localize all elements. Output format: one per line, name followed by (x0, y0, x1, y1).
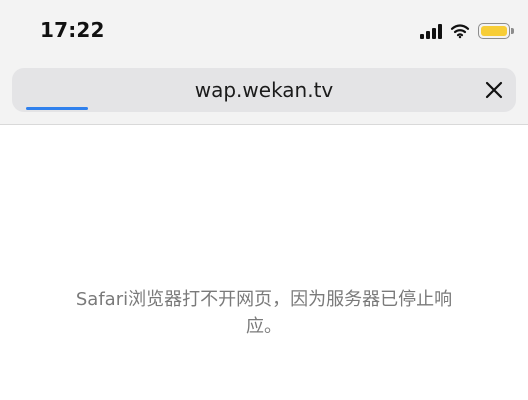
battery-fill (481, 26, 507, 36)
page-load-progress (26, 107, 502, 110)
address-bar[interactable]: wap.wekan.tv (12, 68, 516, 112)
browser-top-chrome: 17:22 wap.wekan.tv (0, 0, 528, 125)
status-icons (420, 20, 514, 42)
page-load-progress-fill (26, 107, 88, 110)
status-bar: 17:22 (0, 0, 528, 62)
wifi-icon (450, 24, 470, 39)
battery-icon (478, 23, 514, 39)
close-icon[interactable] (484, 80, 504, 100)
status-time: 17:22 (40, 18, 105, 42)
browser-screen: 17:22 wap.wekan.tv Safari浏览器打不开网页，因为服务器已… (0, 0, 528, 400)
url-text[interactable]: wap.wekan.tv (12, 68, 516, 112)
server-error-message: Safari浏览器打不开网页，因为服务器已停止响应。 (75, 289, 453, 337)
signal-icon (420, 23, 442, 39)
